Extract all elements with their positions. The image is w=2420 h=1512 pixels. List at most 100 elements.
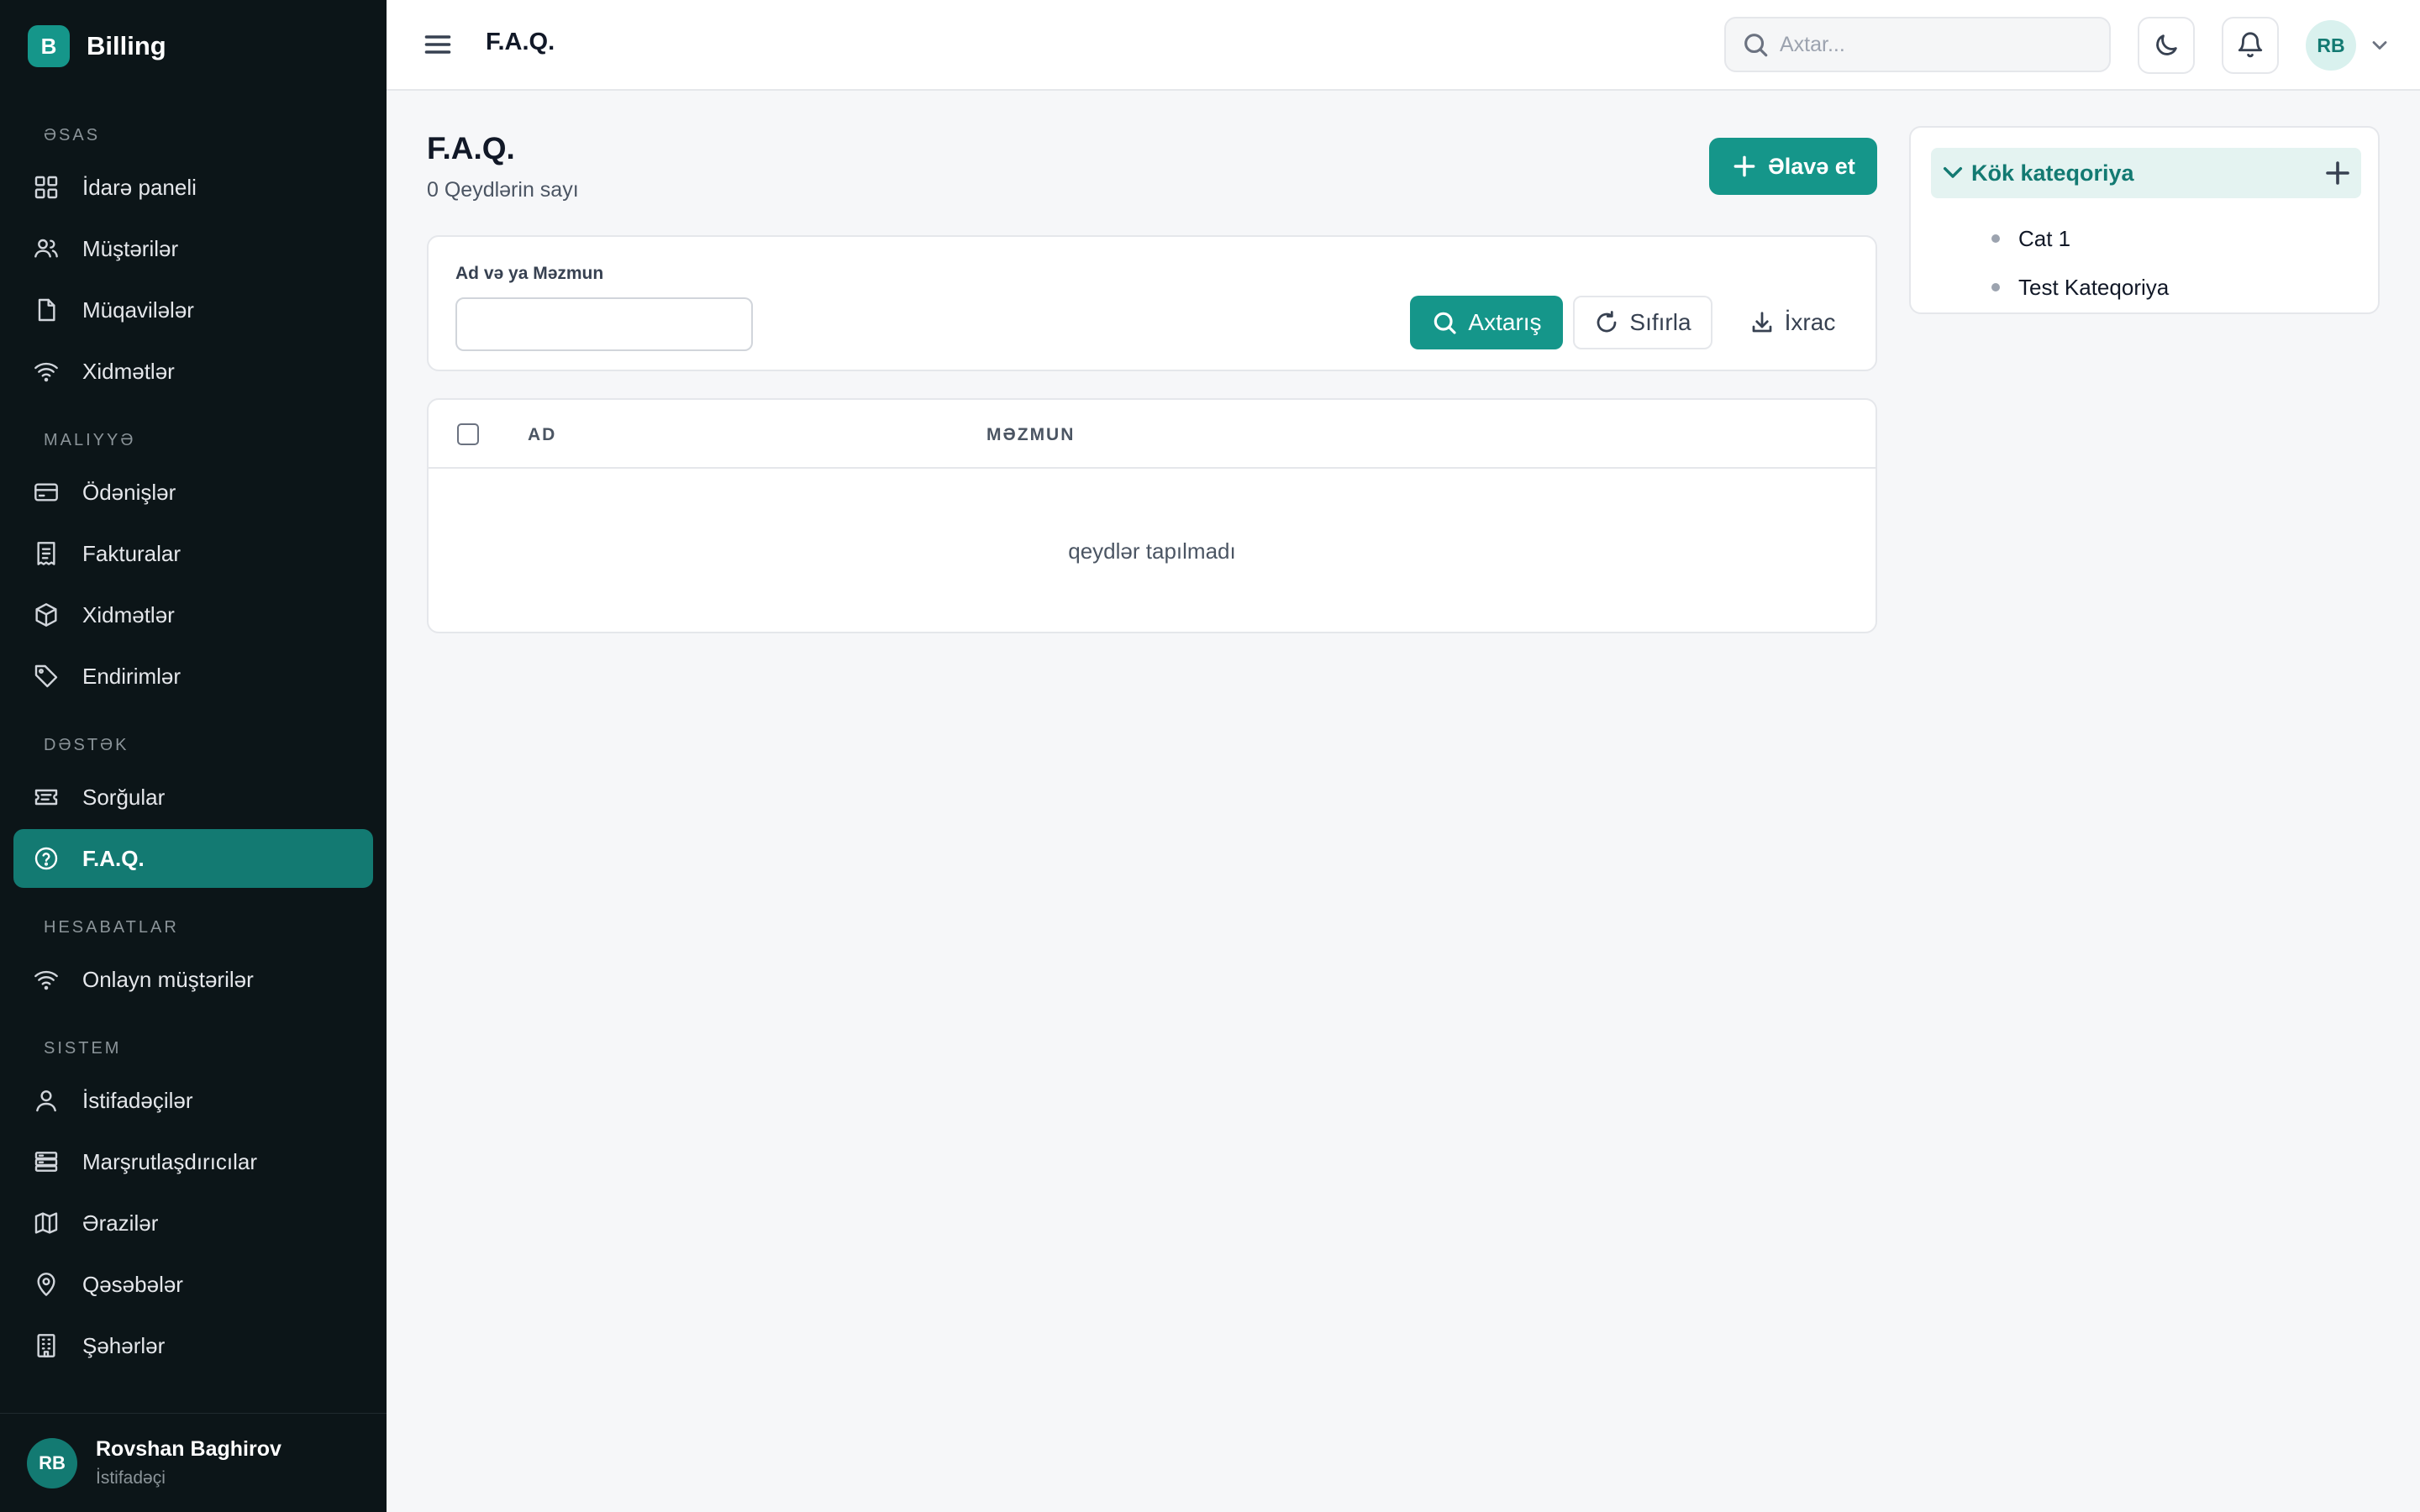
sidebar-item-label: Müştərilər	[82, 235, 179, 261]
notifications-button[interactable]	[2222, 17, 2279, 74]
wifi-icon	[32, 965, 60, 994]
document-icon	[32, 296, 60, 324]
sidebar-item-f-a-q[interactable]: F.A.Q.	[13, 829, 373, 888]
empty-state: qeydlər tapılmadı	[1068, 538, 1236, 564]
header-avatar[interactable]: RB	[2306, 20, 2356, 71]
add-button-label: Əlavə et	[1768, 153, 1855, 179]
menu-toggle-button[interactable]	[420, 27, 455, 62]
sidebar-item-ödənişlər[interactable]: Ödənişlər	[13, 463, 373, 522]
sidebar-item-label: Fakturalar	[82, 540, 182, 566]
column-header-name[interactable]: Ad	[528, 425, 556, 445]
tag-icon	[32, 662, 60, 690]
sidebar-item-label: İdarə paneli	[82, 174, 197, 200]
receipt-icon	[32, 539, 60, 568]
sidebar-item-ərazilər[interactable]: Ərazilər	[13, 1194, 373, 1252]
tree-item-category[interactable]: Test Kateqoriya	[1991, 270, 2169, 304]
sidebar-item-xidmətlər[interactable]: Xidmətlər	[13, 585, 373, 644]
add-category-button[interactable]	[2323, 158, 2353, 188]
search-icon	[1744, 34, 1768, 57]
nav-section-title: Əsas	[44, 125, 101, 144]
root-category-label: Kök kateqoriya	[1971, 160, 2134, 186]
sidebar-item-müqavilələr[interactable]: Müqavilələr	[13, 281, 373, 339]
category-label: Test Kateqoriya	[2018, 274, 2170, 300]
export-button[interactable]: İxrac	[1729, 296, 1855, 349]
dashboard-icon	[32, 173, 60, 202]
nav-section-title: Sistem	[44, 1038, 122, 1058]
brand-name: Billing	[87, 31, 166, 60]
sidebar-user-profile[interactable]: RB Rovshan Baghirov İstifadəçi	[0, 1413, 387, 1512]
chevron-down-icon[interactable]	[1939, 160, 1966, 186]
sidebar-item-fakturalar[interactable]: Fakturalar	[13, 524, 373, 583]
select-all-checkbox[interactable]	[457, 423, 479, 445]
search-button[interactable]: Axtarış	[1410, 296, 1563, 349]
sidebar-item-label: Müqavilələr	[82, 297, 194, 323]
sidebar-item-onlayn-müştərilər[interactable]: Onlayn müştərilər	[13, 950, 373, 1009]
category-tree: Kök kateqoriya Cat 1 Test Kateqoriya	[1909, 126, 2380, 314]
bullet-icon	[1991, 234, 2000, 243]
sidebar-item-label: Sorğular	[82, 784, 166, 810]
global-search-input[interactable]	[1780, 32, 2099, 57]
sidebar-item-label: Ödənişlər	[82, 479, 176, 505]
reset-button[interactable]: Sıfırla	[1573, 296, 1712, 349]
search-button-label: Axtarış	[1468, 309, 1542, 335]
record-count: 0 Qeydlərin sayı	[427, 178, 579, 202]
plus-icon	[1733, 155, 1755, 177]
download-icon	[1752, 312, 1772, 333]
box-icon	[32, 601, 60, 629]
search-icon	[1434, 312, 1457, 334]
tree-item-category[interactable]: Cat 1	[1991, 222, 2070, 255]
user-icon	[32, 1086, 60, 1115]
header-title: F.A.Q.	[486, 29, 555, 55]
theme-toggle-button[interactable]	[2138, 17, 2195, 74]
add-button[interactable]: Əlavə et	[1709, 138, 1877, 195]
sidebar-item-şəhərlər[interactable]: Şəhərlər	[13, 1316, 373, 1375]
sidebar-item-label: Qəsəbələr	[82, 1271, 183, 1297]
ticket-icon	[32, 783, 60, 811]
sidebar-item-xidmətlər[interactable]: Xidmətlər	[13, 342, 373, 401]
user-role: İstifadəçi	[96, 1468, 166, 1488]
export-button-label: İxrac	[1784, 309, 1836, 335]
tree-root-category[interactable]: Kök kateqoriya	[1931, 148, 2361, 198]
credit-card-icon	[32, 478, 60, 507]
sidebar-item-i-darə-paneli[interactable]: İdarə paneli	[13, 158, 373, 217]
nav-section-title: Maliyyə	[44, 430, 136, 449]
faq-table: Ad Məzmun qeydlər tapılmadı	[427, 398, 1877, 633]
help-circle-icon	[32, 844, 60, 873]
category-label: Cat 1	[2018, 225, 2071, 251]
filter-label: Ad və ya Məzmun	[455, 264, 604, 283]
sidebar-item-qəsəbələr[interactable]: Qəsəbələr	[13, 1255, 373, 1314]
menu-icon	[424, 35, 451, 54]
sidebar-item-endirimlər[interactable]: Endirimlər	[13, 647, 373, 706]
global-search[interactable]	[1724, 17, 2111, 72]
map-icon	[32, 1209, 60, 1237]
sidebar-item-label: Marşrutlaşdırıcılar	[82, 1148, 258, 1174]
refresh-icon	[1597, 311, 1617, 333]
building-icon	[32, 1331, 60, 1360]
column-header-content[interactable]: Məzmun	[986, 425, 1075, 445]
table-header: Ad Məzmun	[429, 400, 1876, 469]
sidebar-item-label: Endirimlər	[82, 663, 182, 689]
sidebar-item-müştərilər[interactable]: Müştərilər	[13, 219, 373, 278]
sidebar-item-marşrutlaşdırıcılar[interactable]: Marşrutlaşdırıcılar	[13, 1132, 373, 1191]
nav-section-title: Hesabatlar	[44, 917, 179, 937]
brand[interactable]: B Billing	[28, 24, 166, 69]
router-icon	[32, 1147, 60, 1176]
sidebar-item-label: F.A.Q.	[82, 845, 145, 871]
top-header: F.A.Q. RB	[387, 0, 2420, 91]
sidebar-item-label: Şəhərlər	[82, 1332, 166, 1358]
wifi-icon	[32, 357, 60, 386]
sidebar-item-i-stifadəçilər[interactable]: İstifadəçilər	[13, 1071, 373, 1130]
sidebar-item-label: Onlayn müştərilər	[82, 966, 254, 992]
nav-section-title: Dəstək	[44, 735, 129, 754]
sidebar-item-sorğular[interactable]: Sorğular	[13, 768, 373, 827]
sidebar: B Billing Əsas İdarə paneli Müştərilər Müqa…	[0, 0, 387, 1512]
sidebar-nav: Əsas İdarə paneli Müştərilər Müqavilələr Xid…	[13, 113, 373, 1378]
moon-icon	[2156, 34, 2177, 55]
sidebar-item-label: Ərazilər	[82, 1210, 159, 1236]
user-menu-chevron[interactable]	[2368, 34, 2391, 57]
sidebar-item-label: İstifadəçilər	[82, 1087, 193, 1113]
avatar: RB	[27, 1437, 77, 1488]
filter-panel: Ad və ya Məzmun Axtarış Sıfırla İxrac	[427, 235, 1877, 371]
bullet-icon	[1991, 283, 2000, 291]
name-content-input[interactable]	[455, 297, 753, 351]
